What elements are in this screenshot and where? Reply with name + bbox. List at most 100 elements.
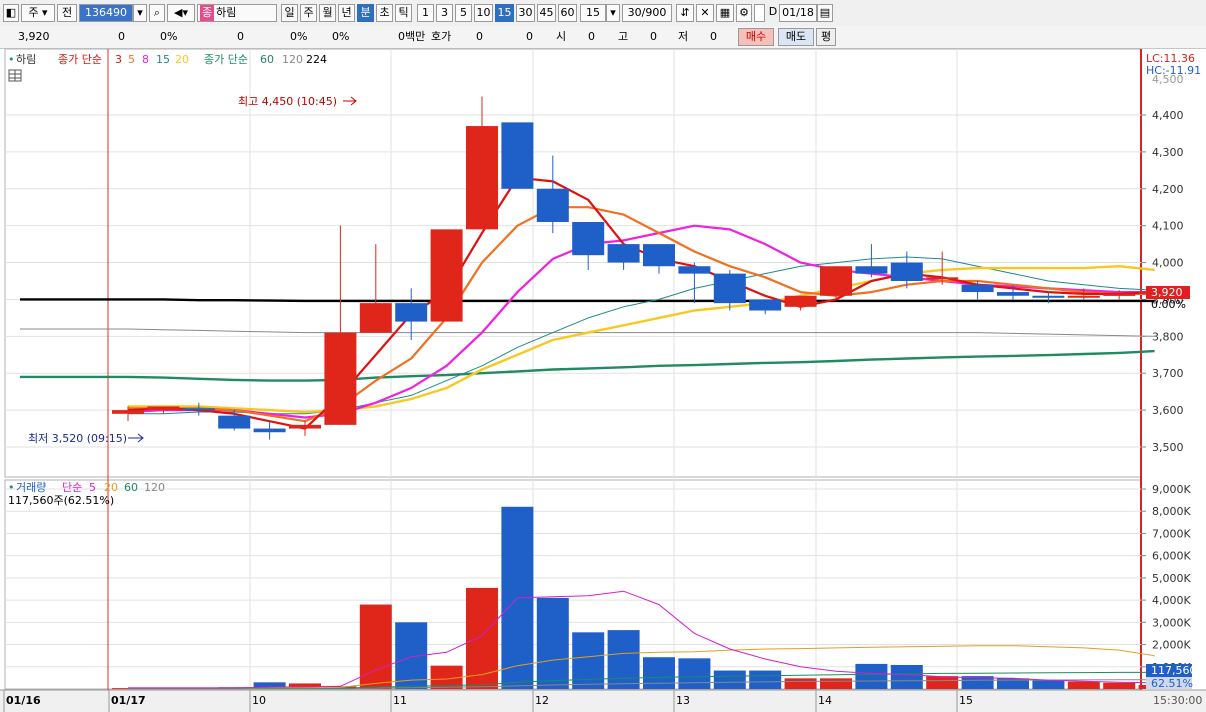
volume-tick-label: 5,000K (1152, 572, 1191, 585)
volume-bar (607, 630, 640, 689)
volume-bar (926, 676, 959, 689)
volume-tick-label: 9,000K (1152, 483, 1191, 496)
legend-ma-5: 5 (128, 53, 135, 66)
volume-tick-label: 2,000K (1152, 639, 1191, 652)
end-time: 15:30:00 (1153, 694, 1202, 707)
candle-body (359, 303, 392, 333)
volume-bar (820, 678, 852, 689)
candle-body (572, 221, 605, 256)
candle-body (713, 273, 746, 304)
time-tick-label: 01/17 (111, 694, 146, 707)
legend-ma-8: 8 (142, 53, 149, 66)
candle-body (536, 188, 569, 222)
legend-ma-60: 60 (260, 53, 274, 66)
volume-bar (643, 657, 675, 689)
candle-body (501, 122, 534, 189)
time-tick-label: 14 (818, 694, 832, 707)
time-tick-label: 12 (535, 694, 549, 707)
time-tick-label: 01/16 (6, 694, 41, 707)
legend-ma-224: 224 (306, 53, 327, 66)
volume-tick-label: 8,000K (1152, 505, 1191, 518)
candle-body (926, 277, 959, 280)
volume-bar (572, 632, 605, 689)
legend-ma-15: 15 (156, 53, 170, 66)
volume-legend-dot-icon: • (8, 481, 15, 494)
candle-body (890, 262, 923, 281)
price-tick-label: 3,800 (1152, 330, 1184, 343)
volume-legend-label: 거래량 (16, 481, 46, 494)
volume-tick-label: 6,000K (1152, 550, 1191, 563)
volume-tick-label: 7,000K (1152, 527, 1191, 540)
volume-bar (1067, 681, 1100, 689)
candle-body (430, 229, 463, 322)
candle-body (643, 244, 675, 267)
candle-body (961, 284, 994, 293)
price-tick-label: 3,700 (1152, 367, 1184, 380)
candle-body (997, 292, 1029, 296)
time-axis (0, 690, 1206, 712)
volume-pct-tag: 62.51% (1151, 677, 1193, 690)
time-tick-label: 10 (252, 694, 266, 707)
volume-bar (855, 663, 888, 689)
candle-body (784, 295, 817, 307)
candle-body (218, 415, 251, 429)
volume-tick-label: 3,000K (1152, 616, 1191, 629)
volume-legend-ma-5: 5 (89, 481, 96, 494)
candle-body (1032, 295, 1065, 298)
candle-body (820, 266, 852, 296)
price-tick-label: 4,400 (1152, 109, 1184, 122)
candle-body (395, 303, 428, 322)
time-tick-label: 11 (393, 694, 407, 707)
volume-bar (1032, 680, 1065, 689)
price-tick-label: 4,200 (1152, 183, 1184, 196)
candle-body (112, 410, 144, 414)
candle-body (678, 266, 711, 274)
price-tick-label: 3,600 (1152, 404, 1184, 417)
legend-ma2-label: 종가 단순 (204, 53, 248, 66)
legend-ma-3: 3 (115, 53, 122, 66)
chart-canvas[interactable]: 3,5003,6003,7003,8003,9004,0004,1004,200… (0, 0, 1206, 712)
candle-body (324, 332, 357, 425)
candle-body (607, 244, 640, 263)
volume-legend-ma-120: 120 (144, 481, 165, 494)
volume-bar (890, 665, 923, 689)
legend-ma-120: 120 (282, 53, 303, 66)
legend-dot-icon: • (8, 53, 15, 66)
volume-current: 117,560주(62.51%) (8, 494, 114, 507)
volume-bar (536, 597, 569, 689)
low-annotation: 최저 3,520 (09:15) (28, 432, 127, 445)
candle-body (147, 406, 180, 411)
candle-body (1103, 293, 1136, 296)
candle-body (253, 428, 286, 433)
pct-tag: 0.00% (1151, 298, 1186, 311)
volume-bar (713, 670, 746, 689)
volume-legend-ma-20: 20 (104, 481, 118, 494)
volume-bar (1103, 682, 1136, 689)
volume-bar (678, 658, 711, 689)
price-tick-label: 4,100 (1152, 220, 1184, 233)
volume-legend-ma-60: 60 (124, 481, 138, 494)
volume-tag-text: 117,560 (1151, 664, 1197, 677)
time-tick-label: 15 (959, 694, 973, 707)
candle-body (466, 126, 498, 230)
volume-bar (466, 587, 498, 689)
volume-bar (359, 604, 392, 689)
time-tick-label: 13 (676, 694, 690, 707)
candle-body (855, 266, 888, 274)
high-annotation: 최고 4,450 (10:45) (238, 95, 337, 108)
legend-stock-name: 하림 (16, 52, 36, 66)
candle-body (289, 424, 321, 429)
volume-legend-ma-label: 단순 (62, 481, 82, 494)
volume-bar (749, 670, 782, 689)
volume-bar (784, 678, 817, 689)
legend-ma1-label: 종가 단순 (58, 53, 102, 66)
price-tick-label: 4,000 (1152, 257, 1184, 270)
price-tick-label: 3,500 (1152, 441, 1184, 454)
volume-tick-label: 4,000K (1152, 594, 1191, 607)
legend-ma-20: 20 (175, 53, 189, 66)
top-cut-label: 4,500 (1152, 73, 1184, 86)
price-tick-label: 4,300 (1152, 146, 1184, 159)
candle-body (182, 408, 215, 411)
candle-body (1067, 295, 1100, 298)
candle-body (749, 299, 782, 311)
